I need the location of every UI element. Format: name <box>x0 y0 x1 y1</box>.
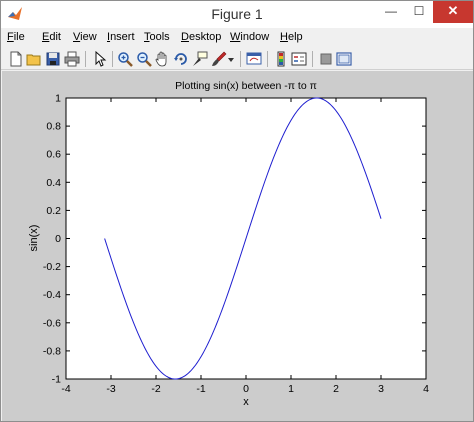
close-button[interactable]: ✕ <box>433 1 473 23</box>
menu-tools[interactable]: Tools <box>144 31 170 43</box>
y-tick-label: -0.8 <box>43 345 61 357</box>
figure-toolbar <box>1 48 473 70</box>
zoom-out-icon[interactable] <box>136 51 152 67</box>
menu-window[interactable]: Window <box>230 31 269 43</box>
menu-edit[interactable]: Edit <box>42 31 61 43</box>
open-file-icon[interactable] <box>26 51 42 67</box>
toolbar-separator <box>312 51 313 67</box>
link-plot-icon[interactable] <box>246 51 262 67</box>
rotate-3d-icon[interactable] <box>173 51 189 67</box>
show-plot-tools-icon[interactable] <box>336 51 352 67</box>
plot-svg[interactable]: Plotting sin(x) between -π to π -4 -3 -2 -1… <box>2 71 473 421</box>
brush-dropdown-icon[interactable] <box>226 51 236 67</box>
x-axis-label: x <box>243 396 249 408</box>
y-tick-label: -0.4 <box>43 289 61 301</box>
x-tick-label: 3 <box>378 383 384 395</box>
figure-canvas[interactable]: Plotting sin(x) between -π to π -4 -3 -2 -1… <box>2 71 473 421</box>
plot-title: Plotting sin(x) between -π to π <box>175 80 317 92</box>
x-tick-label: -1 <box>196 383 205 395</box>
y-tick-label: 0.6 <box>46 149 61 161</box>
menu-file[interactable]: File <box>7 31 25 43</box>
toolbar-separator <box>267 51 268 67</box>
x-tick-label: 4 <box>423 383 429 395</box>
menu-edit-label: dit <box>49 31 61 43</box>
y-tick-label: -1 <box>52 374 61 386</box>
menu-tools-label: ools <box>149 31 170 43</box>
x-tick-label: -2 <box>151 383 160 395</box>
x-tick-label: -3 <box>106 383 115 395</box>
y-tick-label: 0.2 <box>46 205 61 217</box>
insert-legend-icon[interactable] <box>291 51 307 67</box>
maximize-button[interactable]: ☐ <box>405 1 433 23</box>
toolbar-separator <box>112 51 113 67</box>
minimize-button[interactable]: — <box>377 1 405 23</box>
insert-colorbar-icon[interactable] <box>273 51 289 67</box>
figure-window: Figure 1 — ☐ ✕ File Edit View Insert Too… <box>0 0 474 422</box>
menu-window-mnemonic: W <box>230 31 241 43</box>
menu-view[interactable]: View <box>73 31 97 43</box>
x-tick-label: 0 <box>243 383 249 395</box>
brush-icon[interactable] <box>211 51 227 67</box>
y-tick-label: 1 <box>55 93 61 105</box>
y-tick-label: -0.2 <box>43 261 61 273</box>
menu-help-mnemonic: H <box>280 31 288 43</box>
y-tick-label: 0.4 <box>46 177 61 189</box>
print-figure-icon[interactable] <box>64 51 80 67</box>
menu-help[interactable]: Help <box>280 31 303 43</box>
menu-desktop[interactable]: Desktop <box>181 31 221 43</box>
save-figure-icon[interactable] <box>45 51 61 67</box>
title-bar[interactable]: Figure 1 — ☐ ✕ <box>1 1 473 28</box>
menu-window-label: indow <box>240 31 270 43</box>
new-figure-icon[interactable] <box>8 51 24 67</box>
zoom-in-icon[interactable] <box>117 51 133 67</box>
pan-hand-icon[interactable] <box>154 51 170 67</box>
menu-desktop-label: esktop <box>188 31 222 43</box>
y-axis-label: sin(x) <box>28 225 40 252</box>
x-tick-label: 2 <box>333 383 339 395</box>
menu-insert-label: nsert <box>110 31 135 43</box>
y-tick-label: -0.6 <box>43 317 61 329</box>
y-tick-label: 0 <box>55 233 61 245</box>
y-tick-label: 0.8 <box>46 121 61 133</box>
hide-plot-tools-icon[interactable] <box>318 51 334 67</box>
menu-bar: File Edit View Insert Tools Desktop Wind… <box>1 28 473 48</box>
data-cursor-icon[interactable] <box>192 51 208 67</box>
menu-view-label: iew <box>80 31 97 43</box>
menu-insert[interactable]: Insert <box>107 31 135 43</box>
toolbar-separator <box>240 51 241 67</box>
x-tick-label: -4 <box>61 383 70 395</box>
menu-file-mnemonic: F <box>7 31 14 43</box>
menu-desktop-mnemonic: D <box>181 31 189 43</box>
toolbar-separator <box>85 51 86 67</box>
menu-help-label: elp <box>287 31 303 43</box>
x-tick-label: 1 <box>288 383 294 395</box>
edit-plot-arrow-icon[interactable] <box>92 51 108 67</box>
menu-file-label: ile <box>13 31 25 43</box>
